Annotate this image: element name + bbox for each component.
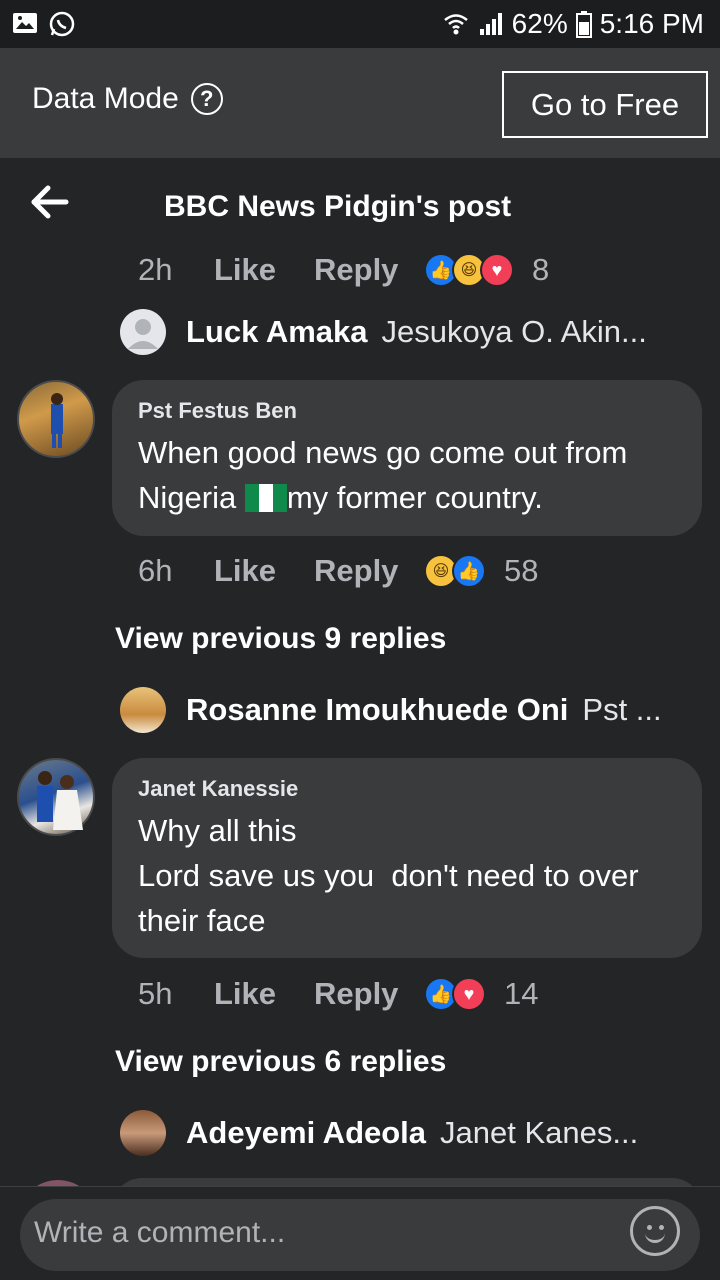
wifi-icon (443, 14, 468, 35)
comment-input-placeholder[interactable]: Write a comment... (34, 1216, 285, 1250)
like-button[interactable]: Like (214, 976, 314, 1012)
comment-text-line: Lord save us you don't need to over (138, 858, 639, 893)
avatar (120, 1110, 166, 1156)
comment-meta-row: 6h Like Reply 😆 👍 58 (138, 553, 538, 589)
reply-snippet: Jesukoya O. Akin... (381, 314, 647, 349)
comment-time: 5h (138, 976, 173, 1011)
reaction-count: 58 (504, 553, 539, 588)
comment-text-line: Why all this (138, 813, 297, 848)
comment-text-part: my former country. (286, 480, 543, 515)
avatar (120, 309, 166, 355)
like-button[interactable]: Like (214, 553, 314, 589)
comment-text: Why all this Lord save us you don't need… (138, 808, 676, 943)
help-icon[interactable]: ? (190, 83, 223, 115)
post-title: BBC News Pidgin's post (164, 190, 512, 223)
reply-author[interactable]: Adeyemi Adeola (186, 1115, 426, 1151)
go-to-free-button[interactable]: Go to Free (502, 71, 708, 138)
gallery-icon (13, 13, 37, 33)
reactions-summary[interactable]: 👍 😆 ♥ (424, 253, 514, 287)
reactions-summary[interactable]: 👍 ♥ (424, 977, 486, 1011)
comment-text-line: Nigeria my former country. (138, 475, 676, 520)
signal-icon (479, 13, 502, 35)
like-reaction-icon: 👍 (452, 554, 486, 588)
reply-button[interactable]: Reply (314, 553, 424, 589)
love-reaction-icon: ♥ (480, 253, 514, 287)
comment-author[interactable]: Janet Kanessie (138, 776, 676, 802)
reaction-count: 8 (532, 252, 550, 287)
comment-bubble[interactable]: Janet Kanessie Why all this Lord save us… (112, 758, 702, 958)
post-header: BBC News Pidgin's post (0, 158, 720, 250)
battery-percent: 62% (511, 8, 568, 39)
reaction-count: 14 (504, 976, 539, 1011)
comment-meta-row: 5h Like Reply 👍 ♥ 14 (138, 976, 538, 1012)
comment-bubble[interactable]: Pst Festus Ben When good news go come ou… (112, 380, 702, 536)
comment-text-line: When good news go come out from (138, 435, 628, 470)
avatar (120, 687, 166, 733)
comment-text-line: their face (138, 903, 266, 938)
comment-author[interactable]: Pst Festus Ben (138, 398, 676, 424)
reply-author[interactable]: Rosanne Imoukhuede Oni (186, 692, 568, 728)
comment-time: 6h (138, 553, 173, 588)
reply-author[interactable]: Luck Amaka (186, 314, 368, 350)
reply-preview[interactable]: Adeyemi Adeola Janet Kanes... (120, 1110, 638, 1156)
comment-text-part: Nigeria (138, 480, 245, 515)
battery-icon (575, 11, 592, 38)
comment-text: When good news go come out from Nigeria … (138, 430, 676, 520)
reply-button[interactable]: Reply (314, 252, 424, 288)
reply-preview[interactable]: Rosanne Imoukhuede Oni Pst ... (120, 687, 662, 733)
back-arrow-icon[interactable] (26, 182, 70, 222)
view-previous-replies[interactable]: View previous 6 replies (115, 1045, 446, 1079)
status-bar: 62% 5:16 PM (0, 0, 720, 48)
whatsapp-icon (49, 11, 75, 37)
reply-preview[interactable]: Luck Amaka Jesukoya O. Akin... (120, 309, 647, 355)
nigeria-flag-icon (244, 484, 287, 512)
reply-snippet: Pst ... (582, 692, 662, 727)
like-button[interactable]: Like (214, 252, 314, 288)
comment-time: 2h (138, 252, 173, 287)
data-mode-label[interactable]: Data Mode ? (32, 82, 223, 116)
view-previous-replies[interactable]: View previous 9 replies (115, 622, 446, 656)
reply-button[interactable]: Reply (314, 976, 424, 1012)
comment-meta-row: 2h Like Reply 👍 😆 ♥ 8 (138, 252, 549, 288)
emoji-icon[interactable] (630, 1206, 680, 1256)
avatar[interactable] (17, 380, 95, 458)
reply-snippet: Janet Kanes... (440, 1115, 639, 1150)
love-reaction-icon: ♥ (452, 977, 486, 1011)
reactions-summary[interactable]: 😆 👍 (424, 554, 486, 588)
data-mode-text: Data Mode (32, 82, 179, 115)
clock: 5:16 PM (599, 8, 704, 39)
avatar[interactable] (17, 758, 95, 836)
